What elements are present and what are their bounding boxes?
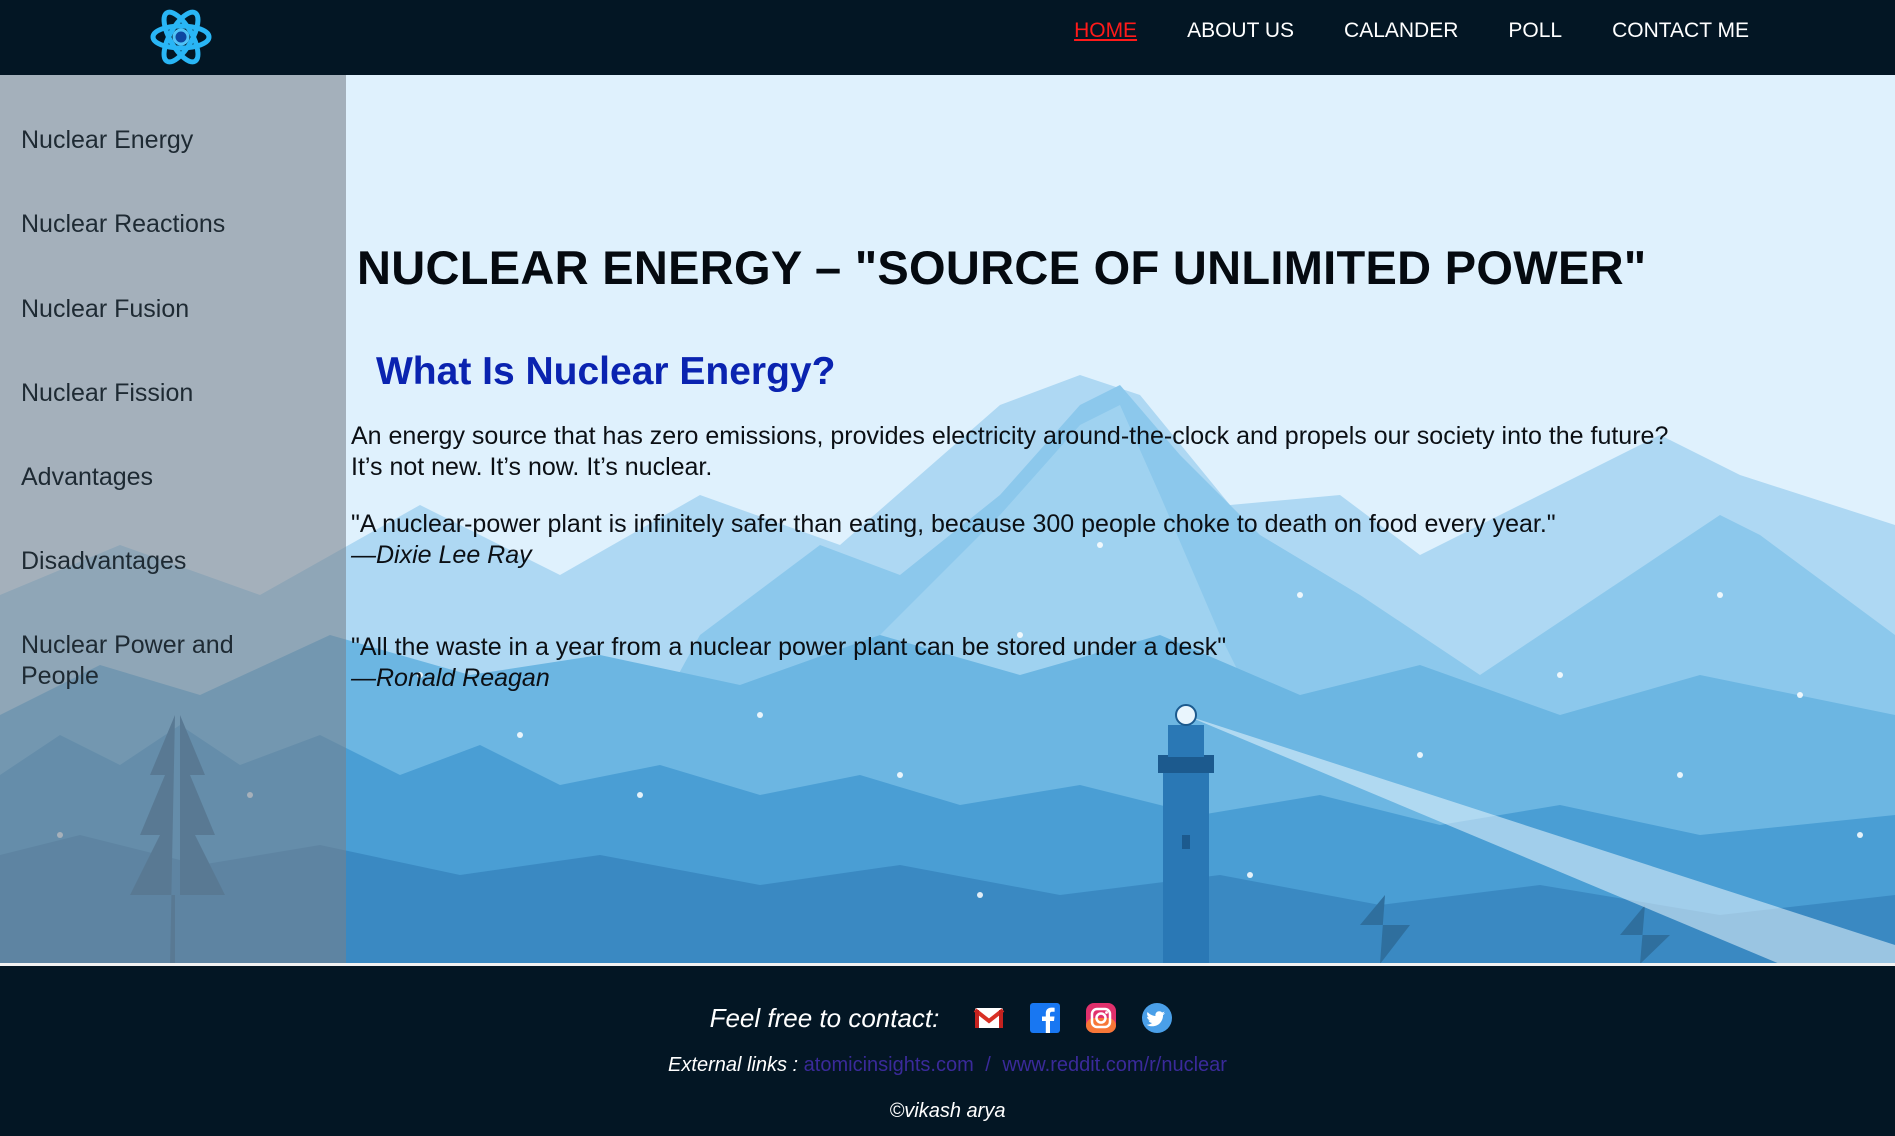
footer: Feel free to contact: External links : a… [0,966,1895,1136]
atom-logo-icon[interactable] [148,4,214,70]
instagram-icon[interactable] [1085,1002,1117,1034]
top-header: HOME ABOUT US CALANDER POLL CONTACT ME [0,0,1895,75]
link-reddit-nuclear[interactable]: www.reddit.com/r/nuclear [1002,1054,1227,1076]
gmail-icon[interactable] [973,1002,1005,1034]
contact-row: Feel free to contact: [0,1002,1895,1034]
sidebar-item-nuclear-fission[interactable]: Nuclear Fission [21,378,311,409]
sidebar-item-nuclear-power-and-people[interactable]: Nuclear Power and People [21,630,271,692]
nav-poll[interactable]: POLL [1508,19,1562,43]
section-heading: What Is Nuclear Energy? [376,350,836,393]
sidebar-item-nuclear-reactions[interactable]: Nuclear Reactions [21,209,311,240]
quote-1: "A nuclear-power plant is infinitely saf… [351,509,1771,571]
intro-paragraph: An energy source that has zero emissions… [351,421,1771,483]
intro-line-1: An energy source that has zero emissions… [351,422,1669,450]
contact-label: Feel free to contact: [709,1002,940,1033]
main-nav: HOME ABOUT US CALANDER POLL CONTACT ME [1024,0,1749,62]
sidebar-item-advantages[interactable]: Advantages [21,462,311,493]
quote-text: "All the waste in a year from a nuclear … [351,633,1227,661]
sidebar-item-disadvantages[interactable]: Disadvantages [21,546,311,577]
quote-author: —Dixie Lee Ray [351,541,532,569]
nav-about-us[interactable]: ABOUT US [1187,19,1294,43]
link-atomicinsights[interactable]: atomicinsights.com [804,1054,974,1076]
quote-text: "A nuclear-power plant is infinitely saf… [351,510,1556,538]
sidebar-item-nuclear-energy[interactable]: Nuclear Energy [21,125,311,156]
sidebar-item-nuclear-fusion[interactable]: Nuclear Fusion [21,294,311,325]
nav-contact-me[interactable]: CONTACT ME [1612,19,1749,43]
copyright: ©vikash arya [889,1100,1006,1122]
quote-author: —Ronald Reagan [351,664,550,692]
sidebar: Nuclear Energy Nuclear Reactions Nuclear… [0,75,346,964]
link-separator: / [985,1054,991,1076]
page-title: NUCLEAR ENERGY – "SOURCE OF UNLIMITED PO… [357,241,1647,294]
nav-calander[interactable]: CALANDER [1344,19,1458,43]
twitter-icon[interactable] [1141,1002,1173,1034]
external-links-label: External links : [668,1054,799,1076]
nav-home[interactable]: HOME [1074,19,1137,43]
intro-line-2: It’s not new. It’s now. It’s nuclear. [351,453,713,481]
external-links-row: External links : atomicinsights.com / ww… [0,1054,1895,1077]
facebook-icon[interactable] [1029,1002,1061,1034]
quote-2: "All the waste in a year from a nuclear … [351,632,1771,694]
